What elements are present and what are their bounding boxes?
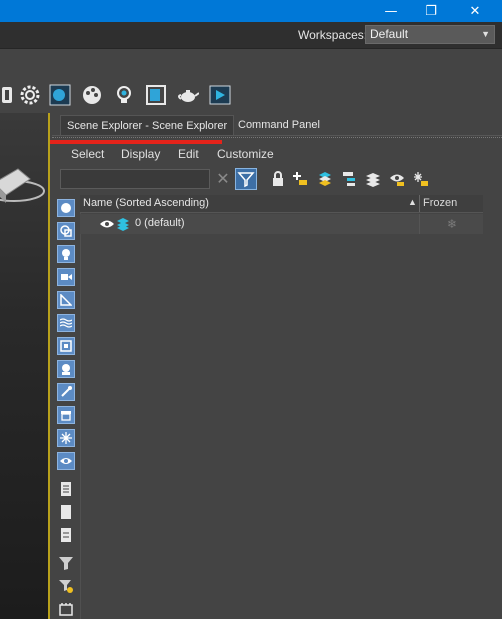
- hierarchy-icon[interactable]: [341, 171, 357, 187]
- gear-icon[interactable]: [19, 84, 41, 106]
- tree-left-border: [80, 195, 81, 619]
- helpers-icon: [60, 294, 72, 306]
- layer-icon: [117, 218, 129, 231]
- display-all-button[interactable]: [57, 480, 75, 498]
- space-warps-icon: [60, 318, 72, 328]
- xrefs-filter-button[interactable]: [57, 360, 75, 378]
- eye-layer-icon[interactable]: [389, 171, 405, 187]
- window-title-bar: — ❐ ✕: [0, 0, 502, 22]
- bones-icon: [61, 386, 72, 397]
- highlight-marker: [50, 140, 222, 144]
- geometry-icon: [61, 203, 71, 213]
- invert-display-button[interactable]: [57, 526, 75, 544]
- lights-icon: [62, 249, 70, 260]
- search-input[interactable]: [60, 169, 210, 189]
- filter-settings-icon: [59, 580, 73, 593]
- geometry-filter-button[interactable]: [57, 199, 75, 217]
- hidden-icon: [60, 458, 72, 464]
- bone-settings-button[interactable]: [57, 600, 75, 618]
- shapes-icon: [60, 225, 72, 237]
- layers-icon[interactable]: [317, 171, 333, 187]
- frozen-filter-button[interactable]: [57, 429, 75, 447]
- groups-icon: [60, 340, 72, 352]
- chevron-down-icon: ▼: [481, 29, 490, 39]
- cameras-filter-button[interactable]: [57, 268, 75, 286]
- space-warps-filter-button[interactable]: [57, 314, 75, 332]
- viewport[interactable]: [0, 113, 50, 619]
- scene-explorer-panel: Scene Explorer - Scene Explorer Command …: [50, 113, 502, 619]
- sort-ascending-icon: ▲: [408, 197, 417, 207]
- groups-filter-button[interactable]: [57, 337, 75, 355]
- display-all-icon: [61, 482, 71, 496]
- clear-search-button[interactable]: ✕: [213, 169, 233, 189]
- visibility-eye-icon[interactable]: [100, 219, 114, 229]
- column-name[interactable]: Name (Sorted Ascending): [83, 197, 209, 209]
- filter-icon: [59, 557, 73, 570]
- menu-customize[interactable]: Customize: [217, 147, 274, 161]
- menu-edit[interactable]: Edit: [178, 147, 199, 161]
- workspace-label: Workspaces:: [298, 28, 368, 42]
- display-none-button[interactable]: [57, 503, 75, 521]
- restore-button[interactable]: ❐: [408, 0, 454, 22]
- lights-filter-button[interactable]: [57, 245, 75, 263]
- table-row[interactable]: 0 (default) ❄: [80, 214, 483, 234]
- palette-icon[interactable]: [81, 84, 103, 106]
- helpers-filter-button[interactable]: [57, 291, 75, 309]
- tab-divider: [52, 135, 502, 136]
- layer-name[interactable]: 0 (default): [135, 217, 185, 229]
- workspace-bar: Workspaces: Default ▼: [0, 22, 502, 49]
- tab-command-panel[interactable]: Command Panel: [232, 115, 326, 135]
- drag-handle[interactable]: [52, 137, 502, 139]
- add-layer-icon[interactable]: [292, 171, 308, 187]
- menu-display[interactable]: Display: [121, 147, 160, 161]
- lock-icon[interactable]: [270, 171, 286, 187]
- cameras-icon: [61, 274, 72, 280]
- render-frame-icon[interactable]: [145, 84, 167, 106]
- frozen-toggle[interactable]: ❄: [419, 214, 484, 234]
- hidden-filter-button[interactable]: [57, 452, 75, 470]
- table-header: Name (Sorted Ascending) ▲ Frozen: [80, 195, 483, 213]
- containers-icon: [61, 411, 71, 421]
- filter-icon: [237, 172, 255, 188]
- display-none-icon: [61, 505, 71, 519]
- workspace-dropdown[interactable]: Default ▼: [365, 25, 495, 44]
- stack-icon[interactable]: [365, 171, 381, 187]
- invert-display-icon: [61, 528, 71, 542]
- close-button[interactable]: ✕: [452, 0, 498, 22]
- viewport-teapot-preview: [0, 168, 45, 203]
- menu-select[interactable]: Select: [71, 147, 104, 161]
- xrefs-icon: [62, 364, 70, 375]
- containers-filter-button[interactable]: [57, 406, 75, 424]
- frozen-icon: [60, 432, 72, 444]
- material-editor-icon[interactable]: [49, 84, 71, 106]
- teapot-icon[interactable]: [177, 84, 199, 106]
- tab-scene-explorer[interactable]: Scene Explorer - Scene Explorer: [60, 115, 235, 136]
- shapes-filter-button[interactable]: [57, 222, 75, 240]
- bones-filter-button[interactable]: [57, 383, 75, 401]
- freeze-layer-icon[interactable]: [413, 171, 429, 187]
- render-icon[interactable]: [209, 84, 231, 106]
- workspace-selected: Default: [370, 27, 409, 41]
- filter-toggle-button[interactable]: [57, 554, 75, 572]
- shader-icon[interactable]: [0, 84, 18, 106]
- light-bulb-icon[interactable]: [113, 84, 135, 106]
- filter-settings-button[interactable]: [57, 577, 75, 595]
- bone-settings-icon: [59, 603, 73, 616]
- main-toolbar: [0, 49, 502, 113]
- find-filter-button[interactable]: [235, 168, 257, 190]
- column-frozen[interactable]: Frozen: [419, 195, 483, 212]
